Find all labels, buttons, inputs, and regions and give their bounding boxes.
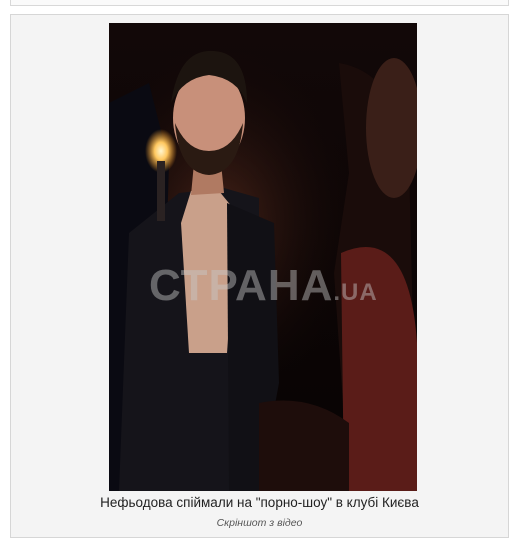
figure-caption: Нефьодова спіймали на "порно-шоу" в клуб… <box>100 495 419 510</box>
figure-credit: Скріншот з відео <box>216 517 303 529</box>
photo-scene <box>109 23 417 491</box>
article-photo[interactable]: СТРАНА.UA <box>109 23 417 491</box>
watermark-logo: СТРАНА.UA <box>149 261 378 310</box>
previous-card-edge <box>10 0 509 6</box>
article-figure-card: СТРАНА.UA Нефьодова спіймали на "порно-ш… <box>10 14 509 538</box>
